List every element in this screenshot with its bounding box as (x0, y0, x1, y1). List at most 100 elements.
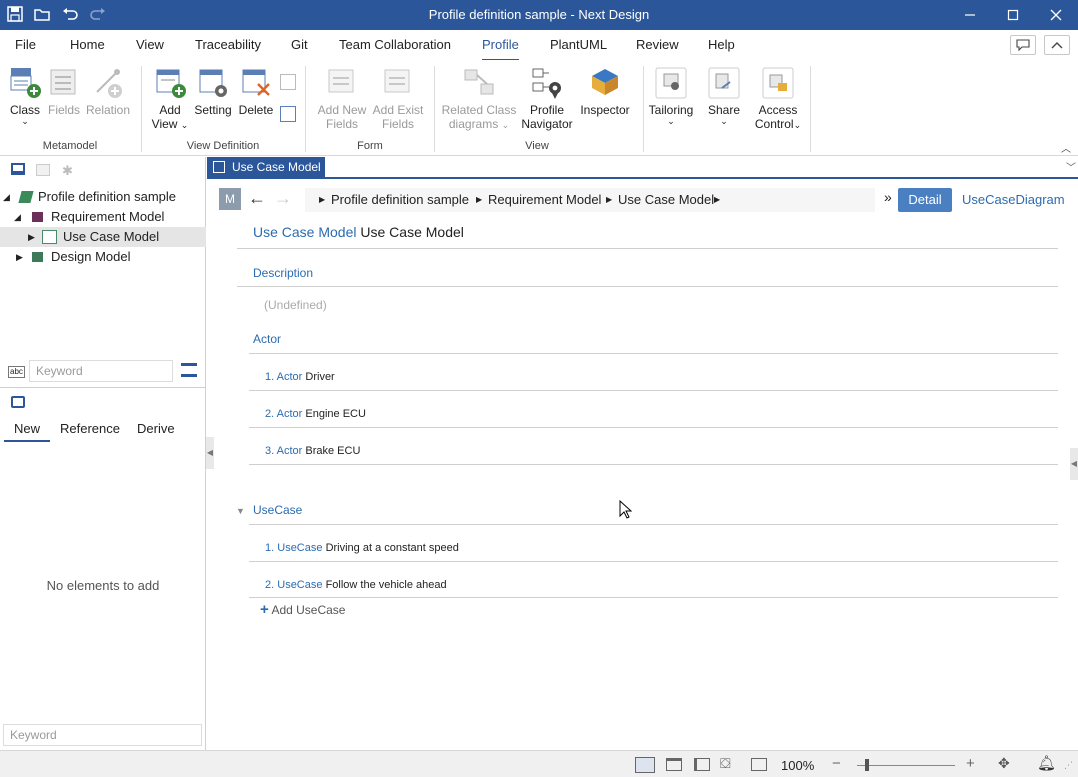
expand-arrow-icon[interactable]: ▼ (236, 506, 245, 516)
left-pane: ✱ ◢ Profile definition sample ◢ Requirem… (0, 157, 206, 750)
layout-single-icon[interactable] (635, 757, 655, 773)
bell-icon[interactable]: 🔔︎ (1037, 754, 1056, 772)
maximize-button[interactable] (991, 0, 1035, 30)
minimize-button[interactable] (948, 0, 992, 30)
chevron-down-icon[interactable]: ﹀ (1066, 159, 1076, 174)
usecase-row[interactable]: 1. UseCase Driving at a constant speed (265, 541, 459, 555)
zoom-level[interactable]: 100% (781, 758, 814, 773)
view-settings-icon[interactable] (751, 758, 767, 771)
model-tree-icon[interactable] (11, 163, 25, 175)
doc-tab-use-case-model[interactable]: Use Case Model (207, 157, 325, 177)
delete-icon (242, 69, 270, 96)
menu-view[interactable]: View (136, 37, 164, 52)
more-icon[interactable]: » (884, 189, 892, 205)
layers-icon[interactable]: ⛋ (720, 755, 731, 772)
zoom-slider-thumb[interactable] (865, 759, 869, 771)
menu-file[interactable]: File (15, 37, 36, 52)
actor-row[interactable]: 1. Actor Driver (265, 370, 335, 384)
zoom-in-icon[interactable]: + (966, 755, 975, 772)
access-control-button[interactable]: Access Control⌄ (752, 66, 804, 132)
collapse-ribbon-button[interactable] (1044, 35, 1070, 55)
breadcrumb-item[interactable]: Profile definition sample (331, 188, 469, 212)
profile-navigator-button[interactable]: Profile Navigator (518, 66, 576, 131)
bottom-keyword-input[interactable]: Keyword (3, 724, 202, 746)
usecase-diagram-link[interactable]: UseCaseDiagram (962, 192, 1065, 207)
relation-label: Relation (86, 103, 131, 117)
breadcrumb-item[interactable]: Requirement Model (488, 188, 601, 212)
delete-label: Delete (238, 103, 274, 117)
class-button[interactable]: Class ⌄ (6, 66, 44, 126)
add-view-icon (156, 69, 186, 98)
left-collapse-handle[interactable]: ◀ (206, 437, 214, 469)
right-collapse-handle[interactable]: ◀ (1070, 448, 1078, 480)
comment-button[interactable] (1010, 35, 1036, 55)
breadcrumb-item[interactable]: Use Case Model (618, 188, 714, 212)
menu-traceability[interactable]: Traceability (195, 37, 261, 52)
add-usecase-button[interactable]: + Add UseCase (260, 601, 345, 618)
fields-button: Fields (45, 66, 83, 117)
model-name[interactable]: Use Case Model (360, 224, 464, 240)
divider (249, 390, 1058, 391)
abc-icon: abc (8, 366, 25, 378)
toolbox-icon[interactable] (11, 396, 25, 408)
description-value[interactable]: (Undefined) (264, 298, 327, 312)
tree-item-design-model[interactable]: ▶ Design Model (0, 247, 206, 267)
small-view-config-icon[interactable] (280, 106, 296, 122)
close-button[interactable] (1034, 0, 1078, 30)
resize-grip-icon: ⋰ (1064, 760, 1073, 770)
filter-icon[interactable] (181, 363, 197, 377)
access-control-label-2: Control⌄ (752, 117, 804, 132)
plus-icon: + (260, 601, 269, 618)
actor-row[interactable]: 3. Actor Brake ECU (265, 444, 360, 458)
layout-horizontal-icon[interactable] (666, 758, 682, 771)
row-name: Driving at a constant speed (325, 542, 459, 554)
menu-profile[interactable]: Profile (482, 37, 519, 61)
menu-team-collaboration[interactable]: Team Collaboration (339, 37, 451, 52)
delete-button[interactable]: Delete (236, 66, 276, 117)
expand-arrow-icon[interactable]: ◢ (14, 207, 21, 227)
tab-new[interactable]: New (14, 421, 40, 436)
add-exist-fields-label: Add Exist (372, 103, 424, 117)
chevron-up-icon[interactable]: ︿ (1061, 140, 1071, 155)
inspector-button[interactable]: Inspector (578, 66, 632, 117)
actor-row[interactable]: 2. Actor Engine ECU (265, 407, 366, 421)
divider (249, 597, 1058, 598)
share-button[interactable]: Share ⌄ (704, 66, 744, 126)
add-view-button[interactable]: Add View ⌄ (150, 66, 190, 132)
collapse-arrow-icon[interactable]: ▶ (28, 227, 35, 247)
chevron-down-icon: ⌄ (720, 116, 728, 126)
menu-help[interactable]: Help (708, 37, 735, 52)
menu-plantuml[interactable]: PlantUML (550, 37, 607, 52)
back-arrow-icon[interactable]: ← (248, 188, 266, 209)
breadcrumb-arrow-icon: ▶ (319, 195, 326, 204)
tab-derive[interactable]: Derive (137, 421, 175, 436)
menu-review[interactable]: Review (636, 37, 679, 52)
zoom-out-icon[interactable]: − (832, 755, 841, 772)
setting-button[interactable]: Setting (192, 66, 234, 117)
expand-arrow-icon[interactable]: ◢ (3, 187, 10, 207)
usecase-row[interactable]: 2. UseCase Follow the vehicle ahead (265, 578, 447, 592)
profile-navigator-label: Profile (529, 103, 564, 117)
tree-item-requirement-model[interactable]: ◢ Requirement Model (0, 207, 206, 227)
tailoring-button[interactable]: Tailoring ⌄ (646, 66, 696, 126)
menu-home[interactable]: Home (70, 37, 105, 52)
layout-vertical-icon[interactable] (694, 758, 710, 771)
add-new-fields-label-2: Fields (325, 117, 358, 131)
row-index: 2. (265, 579, 275, 591)
zoom-slider[interactable] (857, 759, 955, 771)
add-view-label-2: View ⌄ (150, 117, 190, 132)
detail-button[interactable]: Detail (898, 188, 952, 212)
cursor-pointer-icon (619, 499, 633, 522)
collapse-arrow-icon[interactable]: ▶ (16, 247, 23, 267)
menu-git[interactable]: Git (291, 37, 308, 52)
tree-keyword-input[interactable]: Keyword (29, 360, 173, 382)
fit-screen-icon[interactable]: ✥ (998, 755, 1010, 772)
tree-item-profile-definition-sample[interactable]: ◢ Profile definition sample (0, 187, 206, 207)
add-exist-fields-icon (384, 69, 410, 93)
tree-item-use-case-model[interactable]: ▶ Use Case Model (0, 227, 206, 247)
divider (249, 353, 1058, 354)
ribbon: Class ⌄ Fields Relation Metamodel Add Vi… (0, 60, 1078, 156)
description-label: Description (253, 266, 314, 280)
row-kind: Actor (276, 371, 303, 383)
tab-reference[interactable]: Reference (60, 421, 120, 436)
